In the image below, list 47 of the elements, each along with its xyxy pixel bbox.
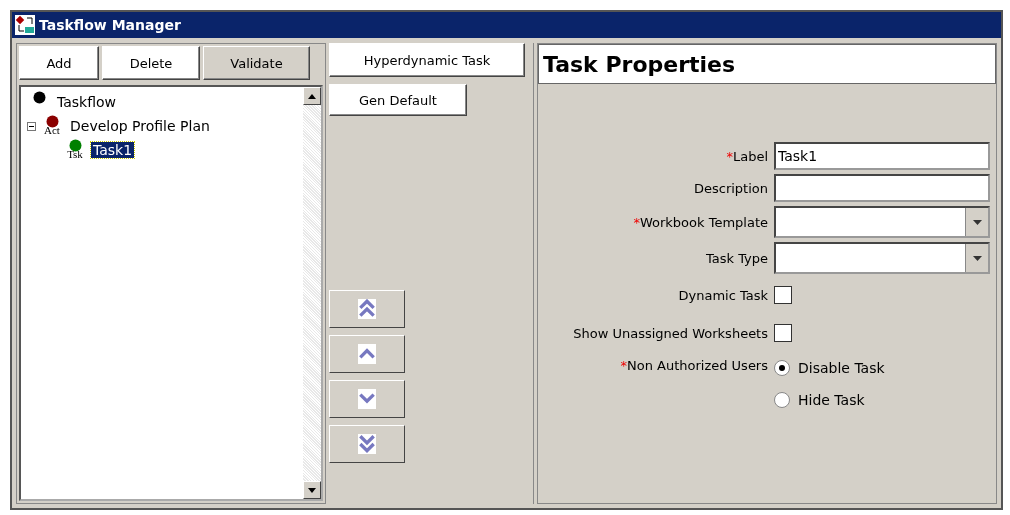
checkbox[interactable] — [774, 286, 792, 304]
radio-button[interactable] — [774, 360, 790, 376]
action-button[interactable]: Gen Default — [329, 84, 467, 116]
field-label: Dynamic Task — [677, 287, 768, 303]
move-button[interactable] — [329, 290, 405, 328]
chevron-icon — [358, 389, 376, 409]
app-icon — [15, 15, 35, 35]
field-label: *Workbook Template — [632, 214, 768, 230]
radio-label: Disable Task — [798, 360, 885, 376]
field-label: *Label — [725, 148, 768, 164]
move-button[interactable] — [329, 335, 405, 373]
move-button[interactable] — [329, 425, 405, 463]
scroll-down-icon[interactable] — [303, 481, 321, 499]
toolbar-button[interactable]: Add — [19, 46, 99, 80]
node-type-label: Act — [44, 125, 60, 135]
action-button[interactable]: Hyperdynamic Task — [329, 43, 525, 77]
dropdown[interactable] — [774, 206, 990, 238]
scroll-up-icon[interactable] — [303, 87, 321, 105]
panel-title: Task Properties — [538, 44, 996, 84]
dropdown[interactable] — [774, 242, 990, 274]
node-icon — [68, 139, 82, 152]
radio-label: Hide Task — [798, 392, 865, 408]
field-label: *Non Authorized Users — [619, 357, 768, 373]
text-field[interactable] — [774, 174, 990, 202]
scrollbar[interactable] — [303, 87, 321, 499]
text-field[interactable]: Task1 — [774, 142, 990, 170]
field-label: Show Unassigned Worksheets — [572, 325, 768, 341]
tree-item[interactable]: Develop Profile Plan — [68, 118, 212, 134]
window-title: Taskflow Manager — [39, 17, 181, 33]
checkbox[interactable] — [774, 324, 792, 342]
chevron-icon — [358, 344, 376, 364]
toolbar-button[interactable]: Validate — [203, 46, 310, 80]
node-icon — [32, 91, 46, 104]
field-label: Description — [692, 180, 768, 196]
field-label: Task Type — [704, 250, 768, 266]
dropdown-arrow-icon[interactable] — [972, 255, 982, 261]
double-chevron-icon — [358, 299, 376, 319]
node-icon — [45, 115, 59, 128]
node-type-label: Tsk — [67, 149, 83, 159]
collapse-icon[interactable] — [27, 121, 36, 131]
dropdown-arrow-icon[interactable] — [972, 219, 982, 225]
tree-item[interactable]: Task1 — [91, 142, 135, 158]
tree-item[interactable]: Taskflow — [55, 94, 119, 110]
move-button[interactable] — [329, 380, 405, 418]
toolbar-button[interactable]: Delete — [102, 46, 200, 80]
double-chevron-icon — [358, 434, 376, 454]
radio-button[interactable] — [774, 392, 790, 408]
